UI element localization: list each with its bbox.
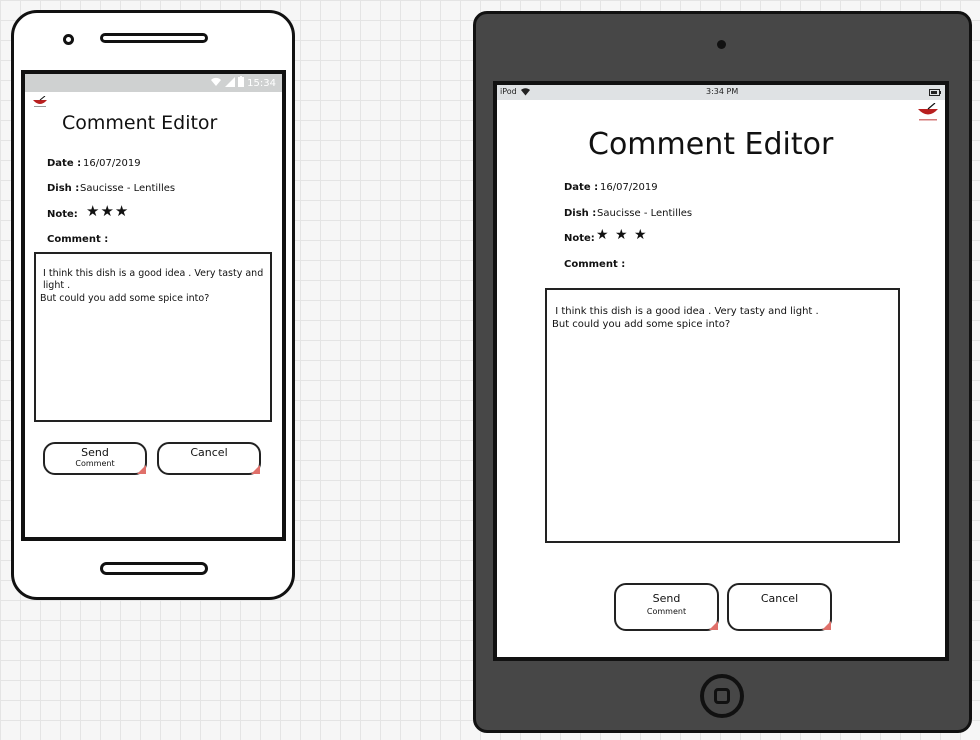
wifi-icon: [521, 88, 530, 96]
tablet-screen: iPod 3:34 PM Comment Editor Date : 16/07…: [493, 81, 949, 661]
signal-icon: [224, 77, 235, 87]
comment-label: Comment :: [47, 234, 109, 245]
link-corner-icon: [251, 465, 260, 474]
wifi-icon: [210, 77, 221, 86]
cancel-button[interactable]: Cancel: [727, 583, 832, 631]
comment-label: Comment :: [564, 259, 626, 270]
note-stars[interactable]: ★★★: [86, 202, 129, 220]
note-label: Note:: [47, 209, 78, 220]
dish-value: Saucisse - Lentilles: [80, 183, 176, 194]
note-label: Note:: [564, 233, 595, 244]
comment-textarea[interactable]: I think this dish is a good idea . Very …: [545, 288, 900, 543]
food-bowl-logo-icon: [33, 96, 47, 107]
comment-textarea[interactable]: I think this dish is a good idea . Very …: [34, 252, 272, 422]
tablet-status-time: 3:34 PM: [706, 87, 739, 96]
dish-label: Dish :: [564, 208, 597, 219]
date-label: Date :: [564, 182, 599, 193]
phone-status-bar: 15:34: [25, 74, 282, 92]
phone-home-button[interactable]: [100, 562, 208, 575]
phone-speaker: [100, 33, 208, 43]
cancel-button-label: Cancel: [190, 446, 228, 459]
dish-value: Saucisse - Lentilles: [597, 208, 693, 219]
send-button-sublabel: Comment: [646, 607, 687, 616]
tablet-home-button[interactable]: [700, 674, 744, 718]
cancel-button[interactable]: Cancel: [157, 442, 261, 475]
page-title: Comment Editor: [62, 112, 218, 134]
send-button-label: Send: [81, 446, 109, 459]
cancel-button-label: Cancel: [760, 592, 799, 605]
phone-status-time: 15:34: [247, 78, 276, 89]
send-comment-button[interactable]: Send Comment: [43, 442, 147, 475]
phone-screen: 15:34 Comment Editor Date : 16/07/2019 D…: [21, 70, 286, 541]
link-corner-icon: [709, 621, 718, 630]
send-button-sublabel: Comment: [75, 459, 115, 468]
battery-icon: [237, 76, 244, 87]
phone-status-icons: 15:34: [210, 76, 276, 89]
dish-label: Dish :: [47, 183, 80, 194]
tablet-camera: [717, 40, 726, 49]
page-title: Comment Editor: [588, 127, 834, 162]
tablet-status-device: iPod: [500, 87, 517, 96]
phone-camera: [63, 34, 74, 45]
date-value: 16/07/2019: [83, 158, 141, 169]
link-corner-icon: [137, 465, 146, 474]
home-square-icon: [714, 688, 730, 704]
food-bowl-logo-icon: [918, 103, 938, 121]
send-button-label: Send: [652, 592, 681, 605]
link-corner-icon: [822, 621, 831, 630]
date-label: Date :: [47, 158, 82, 169]
date-value: 16/07/2019: [600, 182, 658, 193]
note-stars[interactable]: ★ ★ ★: [596, 227, 648, 243]
send-comment-button[interactable]: Send Comment: [614, 583, 719, 631]
tablet-status-bar: iPod 3:34 PM: [497, 85, 945, 100]
battery-icon: [929, 89, 941, 96]
